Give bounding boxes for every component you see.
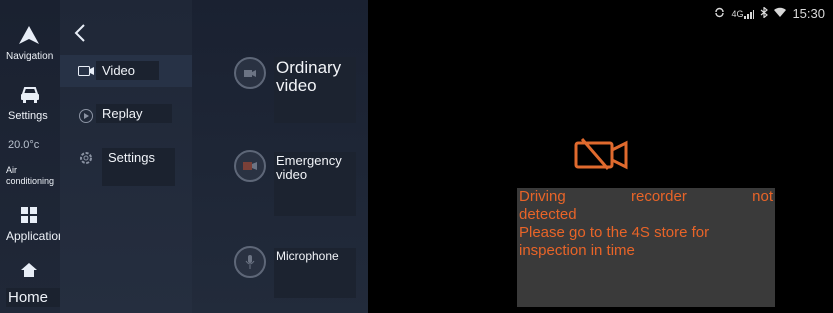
- sync-icon: [714, 7, 725, 21]
- notice-line-3: Please go to the 4S store for: [519, 224, 710, 241]
- ordinary-video-button[interactable]: Ordinary video: [192, 55, 368, 125]
- microphone-label: Microphone: [274, 248, 356, 298]
- dock-label-settings: Settings: [8, 110, 48, 122]
- emergency-video-icon: [234, 150, 266, 182]
- bluetooth-icon: [760, 5, 769, 21]
- chevron-left-icon[interactable]: [74, 24, 90, 42]
- menu-item-settings[interactable]: Settings: [60, 146, 192, 190]
- recorder-not-detected-notice: Driving recorder not detected Please go …: [517, 188, 775, 307]
- video-icon: [234, 57, 266, 89]
- clock: 15:30: [792, 6, 825, 21]
- notice-word-1: Driving: [519, 188, 566, 205]
- notice-line-1: Driving recorder not: [517, 188, 775, 206]
- video-icon: [78, 63, 94, 79]
- status-bar: 4G 15:30: [714, 5, 825, 21]
- menu-item-replay[interactable]: Replay: [60, 100, 192, 132]
- temperature-value: 20.0°c: [8, 139, 40, 151]
- dock-label-navigation: Navigation: [6, 51, 54, 62]
- emergency-video-button[interactable]: Emergency video: [192, 150, 368, 216]
- dock-item-settings[interactable]: Settings: [0, 82, 60, 122]
- notice-line-2: detected: [519, 206, 577, 223]
- microphone-icon: [234, 246, 266, 278]
- network-type: 4G: [731, 8, 744, 19]
- home-icon: [21, 262, 37, 278]
- ordinary-video-label: Ordinary video: [274, 57, 356, 123]
- settings-menu: Video Replay Settings: [60, 0, 192, 313]
- menu-label-video: Video: [96, 61, 160, 80]
- car-icon: [20, 86, 40, 104]
- wifi-icon: [774, 7, 787, 20]
- menu-item-video[interactable]: Video: [60, 55, 192, 87]
- video-options-panel: Ordinary video Emergency video Microphon…: [192, 0, 368, 313]
- notice-line-4: inspection in time: [519, 242, 635, 259]
- dock-label-air-conditioning: Air conditioning: [6, 165, 55, 186]
- notice-word-2: recorder: [630, 188, 687, 205]
- notice-word-3: not: [752, 188, 773, 205]
- menu-label-replay: Replay: [96, 104, 173, 123]
- dock-item-home[interactable]: Home: [0, 260, 73, 310]
- dock-item-air-conditioning[interactable]: 20.0°c Air conditioning: [0, 137, 60, 193]
- menu-label-settings: Settings: [102, 148, 175, 186]
- microphone-button[interactable]: Microphone: [192, 246, 368, 298]
- emergency-video-label: Emergency video: [274, 152, 356, 216]
- camera-off-icon: [574, 137, 630, 171]
- navigation-arrow-icon: [19, 26, 39, 44]
- replay-icon: [78, 108, 94, 124]
- dock-item-navigation[interactable]: Navigation: [0, 20, 60, 65]
- signal-icon: 4G: [731, 8, 755, 19]
- dock: Navigation Settings 20.0°c Air condition…: [0, 0, 73, 313]
- grid-icon: [20, 206, 38, 224]
- dock-item-applications[interactable]: Applications: [0, 204, 71, 246]
- gear-icon: [78, 150, 94, 166]
